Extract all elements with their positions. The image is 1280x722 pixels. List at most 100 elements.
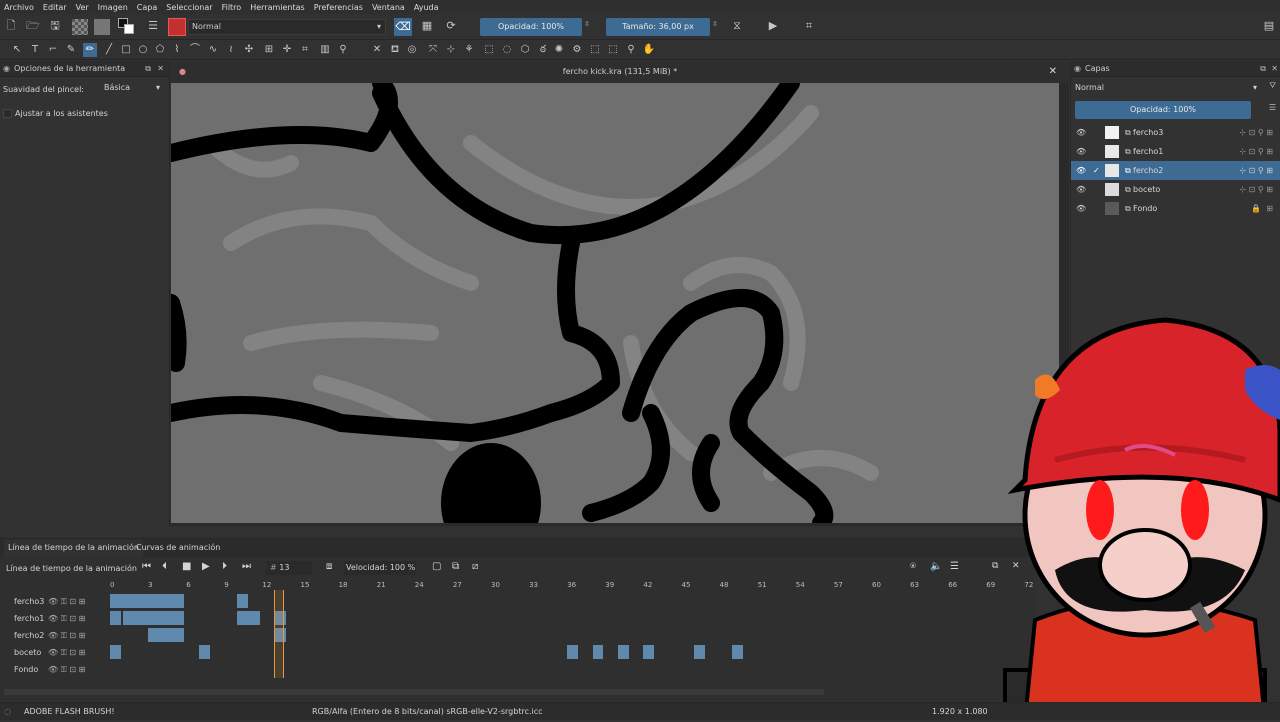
zoom-frames-icon[interactable]: ⍟	[910, 561, 916, 572]
menu-archivo[interactable]: Archivo	[4, 3, 34, 12]
mirror-horizontal-icon[interactable]: ⧖	[730, 19, 744, 33]
close-icon[interactable]: ✕	[1271, 61, 1278, 77]
layer-row-fercho1[interactable]: 👁 ⧉ fercho1 ⊹ ⊡ ⚲ ⊞	[1071, 142, 1280, 161]
ellipse-select-tool-icon[interactable]: ◌	[500, 43, 514, 57]
drawing-canvas[interactable]	[171, 83, 1059, 523]
speaker-icon[interactable]: 🔈	[930, 561, 942, 572]
timeline-row[interactable]: boceto 👁 ⚿ ⊡ ⊞	[0, 644, 1035, 661]
current-frame-marker[interactable]	[274, 590, 284, 678]
timeline-row-icons[interactable]: 👁 ⚿ ⊡ ⊞	[48, 661, 85, 678]
visibility-icon[interactable]: 👁	[1076, 142, 1086, 161]
rectangle-tool-icon[interactable]: □	[119, 43, 133, 57]
ellipse-tool-icon[interactable]: ○	[136, 43, 150, 57]
next-frame-icon[interactable]: ⏵	[222, 561, 227, 572]
workspace-icon[interactable]: ▤	[1262, 19, 1276, 33]
contiguous-select-tool-icon[interactable]: ✺	[552, 43, 566, 57]
layer-row-fercho3[interactable]: 👁 ⧉ fercho3 ⊹ ⊡ ⚲ ⊞	[1071, 123, 1280, 142]
enclose-fill-tool-icon[interactable]: ◎	[405, 43, 419, 57]
blend-mode-select[interactable]: Normal ▾	[188, 19, 386, 35]
document-tab[interactable]: ● fercho kick.kra (131,5 MiB) * ✕	[171, 61, 1069, 83]
size-stepper-icon[interactable]: ⇳	[712, 20, 718, 28]
keyframe[interactable]	[148, 628, 185, 642]
stop-icon[interactable]: ■	[182, 561, 191, 572]
timeline-row-icons[interactable]: 👁 ⚿ ⊡ ⊞	[48, 644, 85, 661]
save-icon[interactable]: 🖫	[48, 19, 62, 33]
visibility-icon[interactable]: 👁	[1076, 123, 1086, 142]
first-frame-icon[interactable]: ⏮	[142, 561, 151, 572]
keyframe[interactable]	[643, 645, 655, 659]
freehand-path-tool-icon[interactable]: ∿	[206, 43, 220, 57]
pattern-preset-icon[interactable]	[94, 19, 110, 35]
tab-curves[interactable]: Curvas de animación	[134, 539, 222, 557]
float-panel-icon[interactable]: ⧉	[145, 61, 151, 77]
layer-properties-icon[interactable]: ⊹ ⊡ ⚲ ⊞	[1239, 123, 1273, 142]
timeline-row[interactable]: fercho1 👁 ⚿ ⊡ ⊞	[0, 610, 1035, 627]
text-tool-icon[interactable]: T	[28, 43, 42, 57]
reload-preset-icon[interactable]: ⟳	[444, 19, 458, 33]
keyframe[interactable]	[732, 645, 743, 659]
onion-skin-icon[interactable]: ⧉	[452, 561, 459, 572]
dynamic-brush-tool-icon[interactable]: ≀	[224, 43, 238, 57]
onion-skin-icon[interactable]: ✓	[1093, 161, 1100, 180]
smart-patch-tool-icon[interactable]: ✕	[370, 43, 384, 57]
horizontal-scrollbar[interactable]	[4, 689, 824, 695]
prev-frame-icon[interactable]: ⏴	[162, 561, 167, 572]
last-frame-icon[interactable]: ⏭	[242, 561, 251, 572]
visibility-icon[interactable]: 👁	[1076, 161, 1086, 180]
layer-properties-icon[interactable]: ⊹ ⊡ ⚲ ⊞	[1239, 161, 1273, 180]
fill-tool-icon[interactable]: ⛾	[388, 43, 402, 57]
select-shapes-tool-icon[interactable]: ↖	[10, 43, 24, 57]
layer-menu-icon[interactable]: ☰	[1269, 103, 1276, 112]
background-color-swatch[interactable]	[124, 24, 134, 34]
gradient-preset-icon[interactable]	[72, 19, 88, 35]
polygon-tool-icon[interactable]: ⬠	[153, 43, 167, 57]
layer-row-fondo[interactable]: 👁 ⧉ Fondo 🔒 ⊞	[1071, 199, 1280, 218]
edit-shapes-tool-icon[interactable]: ⌐	[46, 43, 60, 57]
filter-icon[interactable]: ⛛	[1269, 81, 1276, 91]
layer-properties-icon[interactable]: ⊞	[1266, 199, 1273, 218]
menu-imagen[interactable]: Imagen	[98, 3, 128, 12]
frame-ruler[interactable]: 0 3 6 9 12 15 18 21 24 27 30 33 36 39 42 45 48 51 54 57 60 63…	[110, 581, 1035, 591]
calligraphy-tool-icon[interactable]: ✎	[64, 43, 78, 57]
current-frame-field[interactable]: # 13	[266, 561, 312, 575]
gradient-tool-icon[interactable]: ▥	[318, 43, 332, 57]
menu-ver[interactable]: Ver	[76, 3, 89, 12]
keyframe[interactable]	[110, 594, 185, 608]
audio-icon[interactable]: ⧄	[472, 561, 478, 572]
magnetic-select-tool-icon[interactable]: ⬚	[606, 43, 620, 57]
multibrush-tool-icon[interactable]: ✣	[242, 43, 256, 57]
keyframe[interactable]	[237, 594, 248, 608]
close-document-icon[interactable]: ✕	[1049, 61, 1057, 83]
layer-properties-icon[interactable]: ⊹ ⊡ ⚲ ⊞	[1239, 180, 1273, 199]
assistants-checkbox[interactable]	[3, 109, 12, 118]
brush-tool-icon[interactable]: ✏	[83, 43, 97, 57]
brush-preset-icon[interactable]	[168, 18, 186, 36]
menu-herramientas[interactable]: Herramientas	[250, 3, 305, 12]
timeline-row[interactable]: fercho3 👁 ⚿ ⊡ ⊞	[0, 593, 1035, 610]
mirror-vertical-icon[interactable]: ▶	[766, 19, 780, 33]
timeline-row-icons[interactable]: 👁 ⚿ ⊡ ⊞	[48, 610, 85, 627]
size-slider[interactable]: Tamaño: 36,00 px	[606, 18, 710, 36]
transform-tool-icon[interactable]: ⊞	[262, 43, 276, 57]
current-brush-label[interactable]: ADOBE FLASH BRUSH!	[24, 703, 115, 721]
freehand-select-tool-icon[interactable]: ఠ	[536, 43, 550, 57]
fit-frames-icon[interactable]: ▢	[432, 561, 441, 572]
new-document-icon[interactable]: 🗋	[4, 19, 18, 33]
float-panel-icon[interactable]: ⧉	[1260, 61, 1266, 77]
polygon-select-tool-icon[interactable]: ⬡	[518, 43, 532, 57]
layer-row-fercho2[interactable]: 👁 ✓ ⧉ fercho2 ⊹ ⊡ ⚲ ⊞	[1071, 161, 1280, 180]
play-icon[interactable]: ▶	[202, 561, 210, 572]
panel-lock-icon[interactable]: ◉	[1074, 61, 1081, 77]
layer-blend-mode-select[interactable]: Normal ▾	[1073, 81, 1259, 95]
opacity-slider[interactable]: Opacidad: 100%	[480, 18, 582, 36]
polyline-tool-icon[interactable]: ⌇	[170, 43, 184, 57]
timeline-row-icons[interactable]: 👁 ⚿ ⊡ ⊞	[48, 627, 85, 644]
keyframe[interactable]	[198, 645, 210, 659]
panel-lock-icon[interactable]: ◉	[3, 61, 10, 77]
menu-preferencias[interactable]: Preferencias	[314, 3, 363, 12]
timeline-menu-icon[interactable]: ☰	[950, 561, 959, 572]
assistant-tool-icon[interactable]: ⤧	[426, 43, 440, 57]
menu-filtro[interactable]: Filtro	[222, 3, 242, 12]
keyframe[interactable]	[592, 645, 604, 659]
menu-seleccionar[interactable]: Seleccionar	[166, 3, 212, 12]
